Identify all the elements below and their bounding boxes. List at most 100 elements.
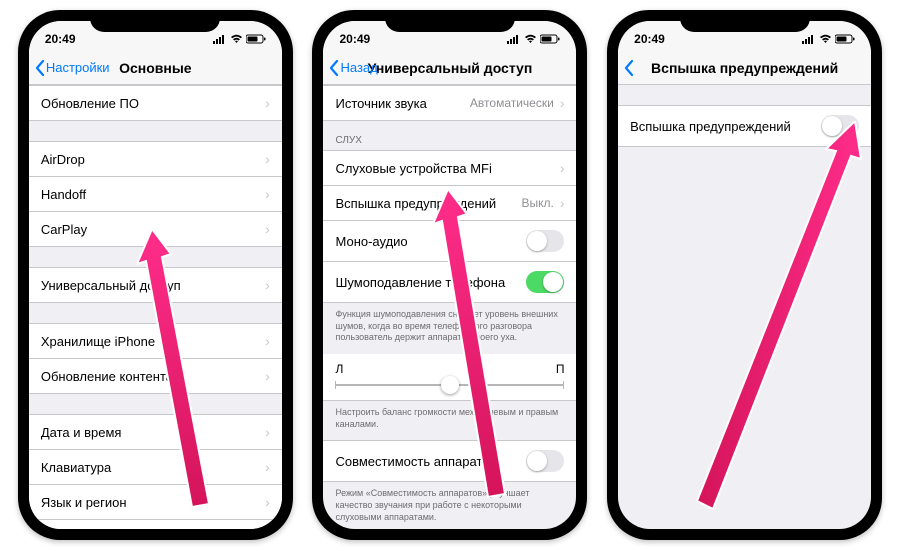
status-time: 20:49 [339,32,370,46]
row-hearing-compat[interactable]: Совместимость аппаратов [323,440,576,482]
status-time: 20:49 [634,32,665,46]
navbar: Назад Универсальный доступ [323,51,576,85]
row-detail: Автоматически [470,96,554,110]
row-label: Хранилище iPhone [41,334,265,349]
row-keyboard[interactable]: Клавиатура› [29,450,282,485]
back-label: Назад [340,60,377,75]
status-icons [507,34,560,44]
toggle-led-flash[interactable] [821,115,859,137]
row-noise-cancel[interactable]: Шумоподавление телефона [323,262,576,303]
notch [680,10,810,32]
row-led-flash-toggle[interactable]: Вспышка предупреждений [618,105,871,147]
row-led-flash[interactable]: Вспышка предупрежденийВыкл. › [323,186,576,221]
slider-track[interactable] [335,384,564,386]
chevron-right-icon: › [560,195,565,211]
chevron-right-icon: › [265,368,270,384]
wifi-icon [230,34,243,44]
nav-title: Основные [119,60,192,76]
row-mono-audio[interactable]: Моно-аудио [323,221,576,262]
row-label: Дата и время [41,425,265,440]
chevron-right-icon: › [265,221,270,237]
row-balance-slider[interactable]: Л П [323,354,576,401]
phone-accessibility: 20:49 Назад Универсальный доступ Источни… [312,10,587,540]
toggle-compat[interactable] [526,450,564,472]
navbar: Вспышка предупреждений [618,51,871,85]
row-datetime[interactable]: Дата и время› [29,414,282,450]
screen: 20:49 Вспышка предупреждений Вспышка пре… [618,21,871,529]
row-language[interactable]: Язык и регион› [29,485,282,520]
battery-icon [540,34,560,44]
balance-left-label: Л [335,362,343,376]
row-label: Вспышка предупреждений [335,196,521,211]
wifi-icon [524,34,537,44]
row-software-update[interactable]: Обновление ПО› [29,85,282,121]
row-airdrop[interactable]: AirDrop› [29,141,282,177]
row-label: Шумоподавление телефона [335,275,526,290]
row-label: AirDrop [41,152,265,167]
phone-general: 20:49 Настройки Основные Обновление ПО› … [18,10,293,540]
row-label: Язык и регион [41,495,265,510]
signal-icon [802,34,816,44]
chevron-right-icon: › [265,459,270,475]
row-dictionary[interactable]: Словарь› [29,520,282,529]
back-button[interactable]: Настройки [35,60,110,76]
slider-thumb[interactable] [441,376,459,394]
row-label: Совместимость аппаратов [335,454,526,469]
toggle-noise[interactable] [526,271,564,293]
row-detail: Выкл. [521,196,553,210]
row-label: Обновление контента [41,369,265,384]
navbar: Настройки Основные [29,51,282,85]
row-accessibility[interactable]: Универсальный доступ› [29,267,282,303]
chevron-left-icon [329,60,339,76]
row-mfi[interactable]: Слуховые устройства MFi› [323,150,576,186]
phone-led-flash: 20:49 Вспышка предупреждений Вспышка пре… [607,10,882,540]
back-button[interactable]: Назад [329,60,377,76]
row-label: Слуховые устройства MFi [335,161,559,176]
row-label: CarPlay [41,222,265,237]
chevron-left-icon [35,60,45,76]
battery-icon [246,34,266,44]
signal-icon [213,34,227,44]
chevron-right-icon: › [560,160,565,176]
row-label: Источник звука [335,96,469,111]
balance-right-label: П [556,362,565,376]
row-label: Универсальный доступ [41,278,265,293]
row-label: Handoff [41,187,265,202]
row-handoff[interactable]: Handoff› [29,177,282,212]
row-label: Моно-аудио [335,234,526,249]
row-content-update[interactable]: Обновление контента› [29,359,282,394]
chevron-right-icon: › [265,277,270,293]
screen: 20:49 Настройки Основные Обновление ПО› … [29,21,282,529]
nav-title: Вспышка предупреждений [651,60,838,76]
back-button[interactable] [624,60,634,76]
content-scroll[interactable]: Обновление ПО› AirDrop› Handoff› CarPlay… [29,85,282,529]
note-noise: Функция шумоподавления снижает уровень в… [323,303,576,354]
row-label: Клавиатура [41,460,265,475]
row-label: Обновление ПО [41,96,265,111]
chevron-right-icon: › [265,333,270,349]
note-balance: Настроить баланс громкости между левым и… [323,401,576,440]
chevron-right-icon: › [265,186,270,202]
row-storage[interactable]: Хранилище iPhone› [29,323,282,359]
toggle-mono[interactable] [526,230,564,252]
row-carplay[interactable]: CarPlay› [29,212,282,247]
chevron-right-icon: › [265,424,270,440]
group-header-hearing: СЛУХ [323,121,576,150]
chevron-right-icon: › [265,151,270,167]
battery-icon [835,34,855,44]
screen: 20:49 Назад Универсальный доступ Источни… [323,21,576,529]
wifi-icon [819,34,832,44]
status-icons [213,34,266,44]
notch [385,10,515,32]
status-icons [802,34,855,44]
chevron-left-icon [624,60,634,76]
notch [90,10,220,32]
content-scroll[interactable]: Источник звукаАвтоматически › СЛУХ Слухов… [323,85,576,529]
signal-icon [507,34,521,44]
row-sound-source[interactable]: Источник звукаАвтоматически › [323,85,576,121]
note-compat: Режим «Совместимость аппаратов» улучшает… [323,482,576,529]
chevron-right-icon: › [560,95,565,111]
back-label: Настройки [46,60,110,75]
nav-title: Универсальный доступ [368,60,533,76]
content-scroll[interactable]: Вспышка предупреждений [618,85,871,529]
